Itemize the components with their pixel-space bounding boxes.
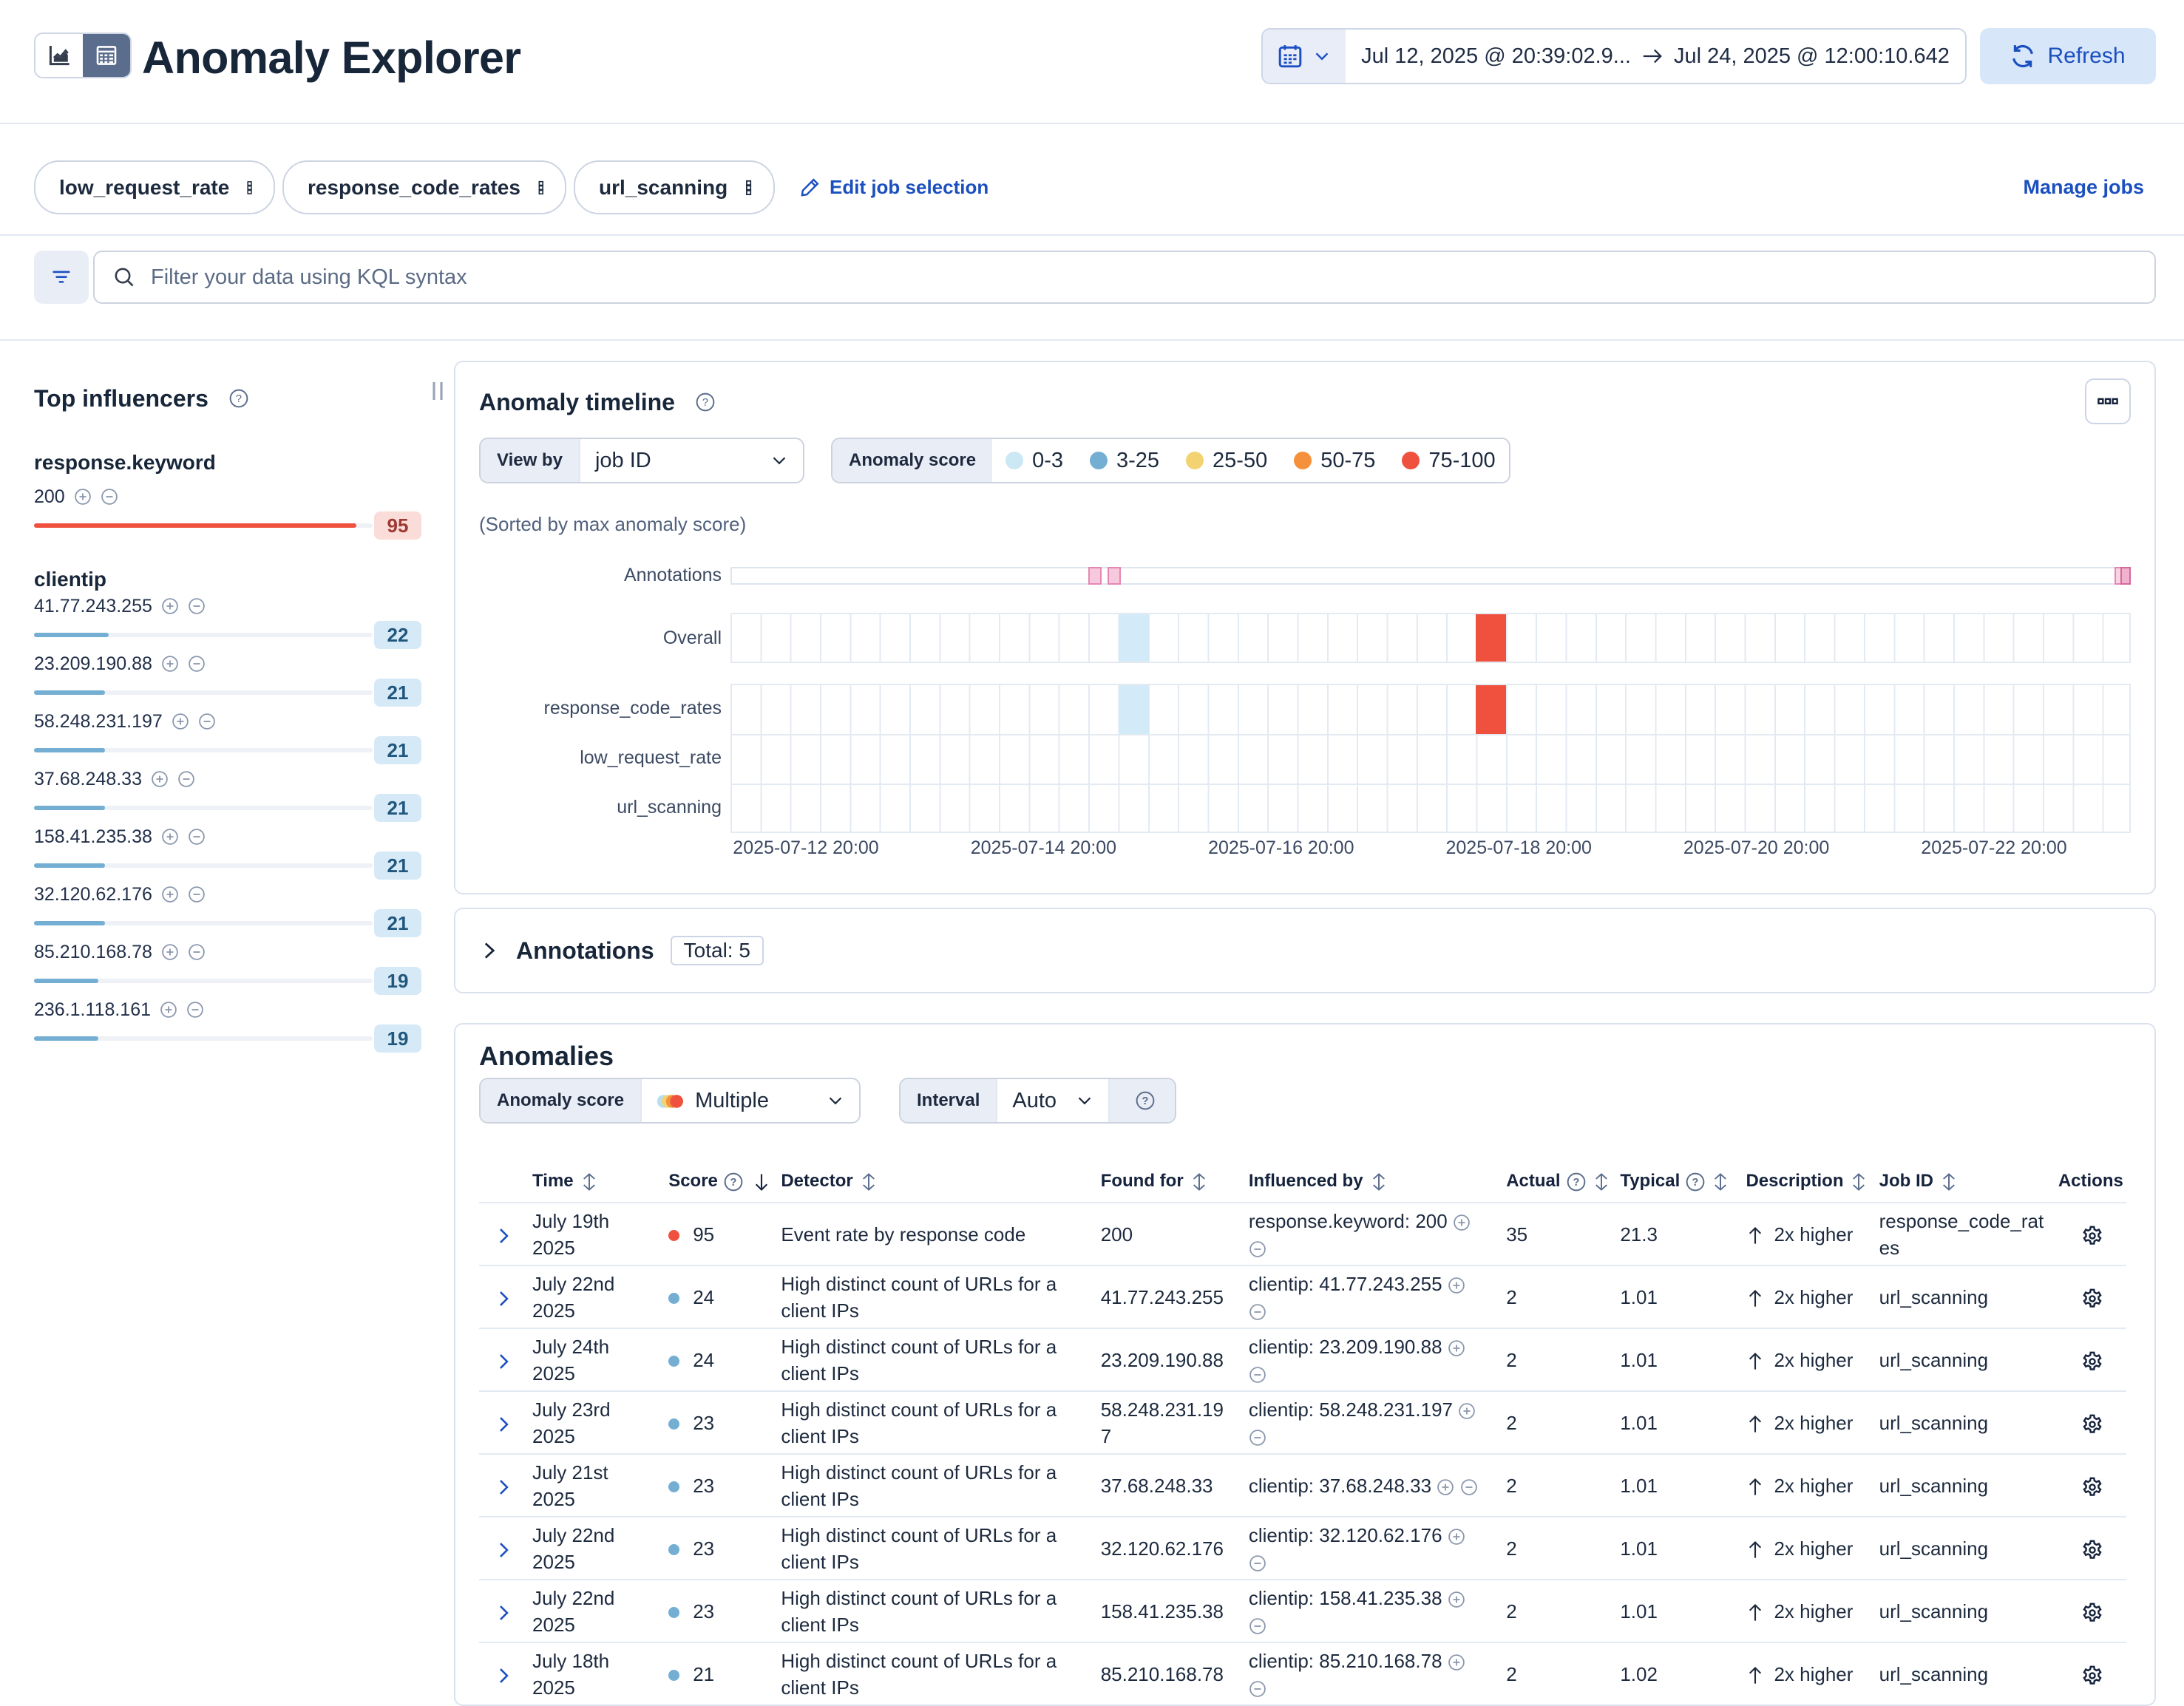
svg-text:?: ?: [1692, 1177, 1699, 1189]
svg-text:?: ?: [702, 397, 708, 409]
svg-text:?: ?: [236, 393, 242, 405]
svg-text:?: ?: [730, 1177, 736, 1189]
svg-text:?: ?: [1573, 1177, 1579, 1189]
svg-text:?: ?: [1142, 1095, 1149, 1107]
